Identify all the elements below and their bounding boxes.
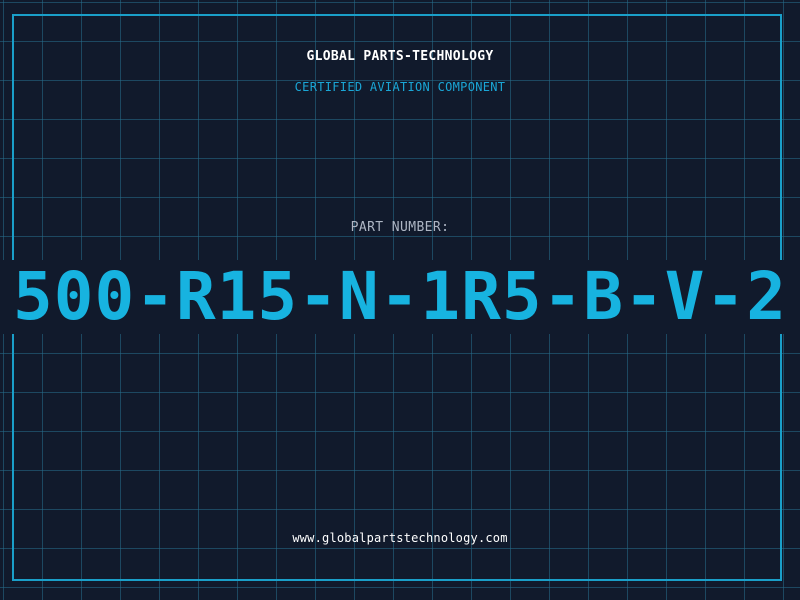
part-number-band: 500-R15-N-1R5-B-V-2 xyxy=(0,260,800,334)
brand-title: GLOBAL PARTS-TECHNOLOGY xyxy=(306,49,494,64)
part-number-label: PART NUMBER: xyxy=(350,220,450,235)
website-url: www.globalpartstechnology.com xyxy=(292,531,508,545)
part-number-value: 500-R15-N-1R5-B-V-2 xyxy=(13,260,787,334)
certificate-canvas: GLOBAL PARTS-TECHNOLOGY CERTIFIED AVIATI… xyxy=(0,0,800,600)
certification-subtitle: CERTIFIED AVIATION COMPONENT xyxy=(294,80,506,94)
